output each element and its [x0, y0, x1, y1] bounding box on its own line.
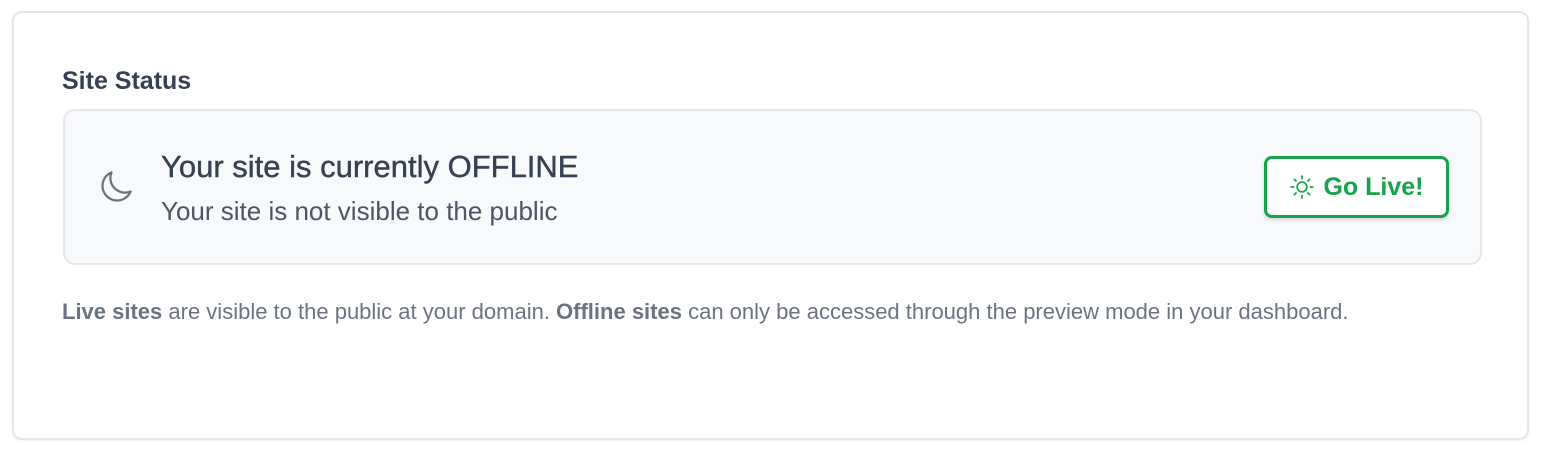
- offline-sites-description: can only be accessed through the preview…: [681, 299, 1349, 324]
- site-status-card: Site Status Your site is currently OFFLI…: [12, 11, 1529, 440]
- status-subtext: Your site is not visible to the public: [161, 196, 558, 226]
- status-heading: Your site is currently OFFLINE: [161, 149, 579, 184]
- offline-sites-term: Offline sites: [556, 299, 682, 324]
- sun-icon: [1289, 174, 1315, 200]
- live-sites-term: Live sites: [62, 299, 163, 324]
- section-title: Site Status: [62, 67, 192, 95]
- go-live-button[interactable]: Go Live!: [1264, 156, 1449, 218]
- go-live-label: Go Live!: [1323, 173, 1424, 201]
- help-text: Live sites are visible to the public at …: [62, 296, 1442, 328]
- live-sites-description: are visible to the public at your domain…: [162, 299, 557, 324]
- moon-icon: [98, 169, 134, 205]
- status-panel: Your site is currently OFFLINE Your site…: [63, 109, 1482, 265]
